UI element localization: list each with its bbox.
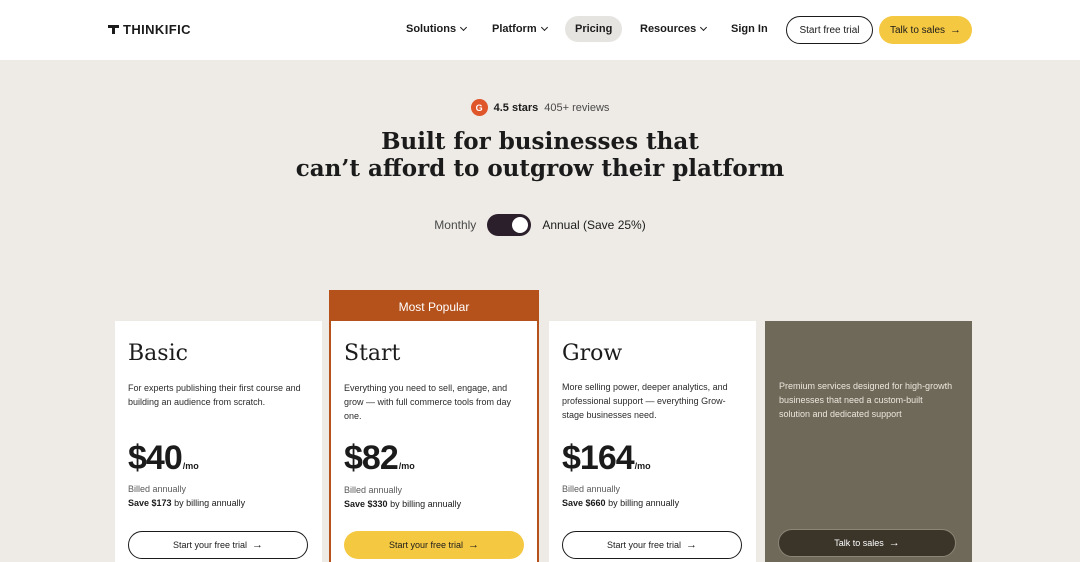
nav-label: Resources [640,23,697,35]
most-popular-badge: Most Popular [331,292,537,321]
toggle-label-annual[interactable]: Annual (Save 25%) [542,218,645,232]
thinkific-logo[interactable]: THINKIFIC [108,22,191,37]
start-free-trial-button[interactable]: Start free trial [786,16,873,44]
plan-card-enterprise: Premium services designed for high-growt… [765,321,972,562]
plan-card-start: Most Popular Start Everything you need t… [329,290,539,562]
save-note: Save $660 by billing annually [562,498,679,508]
save-amount: Save $660 [562,498,606,508]
plan-price: $40 /mo [128,439,199,478]
nav-label: Solutions [406,23,457,35]
price-period: /mo [634,461,651,471]
page-title-line-1: Built for businesses that [381,128,699,155]
g2-rating: G 4.5 stars 405+ reviews [0,99,1080,116]
toggle-label-monthly[interactable]: Monthly [434,218,476,232]
top-navbar: THINKIFIC Solutions Platform Pricing Res… [0,0,1080,60]
nav-item-pricing[interactable]: Pricing [565,16,623,42]
button-label: Start your free trial [172,540,248,550]
save-text: by billing annually [174,498,246,508]
chevron-down-icon [700,23,708,32]
price-amount: $40 [128,439,183,477]
nav-item-solutions[interactable]: Solutions [406,16,468,42]
start-trial-button-basic[interactable]: Start your free trial → [128,531,308,559]
rating-reviews: 405+ reviews [544,101,610,114]
plan-description: Everything you need to sell, engage, and… [344,383,512,421]
chevron-down-icon [460,23,468,32]
page-title-line-2: can’t afford to outgrow their platform [295,155,785,182]
page-title: Built for businesses that can’t afford t… [0,128,1080,182]
plan-description: For experts publishing their first cours… [128,383,301,407]
toggle-knob [512,217,529,233]
arrow-right-icon: → [950,23,962,36]
save-note: Save $173 by billing annually [128,498,245,508]
plan-description: More selling power, deeper analytics, an… [562,382,728,420]
plan-description: Premium services designed for high-growt… [779,381,953,419]
plan-price: $82 /mo [344,439,415,478]
plan-price: $164 /mo [562,439,651,478]
save-note: Save $330 by billing annually [344,499,461,509]
logo-text: THINKIFIC [123,22,191,37]
chevron-down-icon [540,23,548,32]
price-amount: $164 [562,439,635,477]
plan-card-grow: Grow More selling power, deeper analytic… [549,321,756,562]
button-label: Start free trial [799,24,860,36]
button-label: Start your free trial [606,540,682,550]
talk-to-sales-button[interactable]: Talk to sales → [879,16,972,44]
g2-logo-icon: G [470,99,488,116]
arrow-right-icon: → [686,538,698,551]
nav-item-sign-in[interactable]: Sign In [731,16,768,42]
billing-toggle-row: Monthly Annual (Save 25%) [0,214,1080,236]
button-label: Talk to sales [834,538,884,548]
thinkific-logo-icon [108,24,119,35]
nav-label: Pricing [575,23,613,35]
start-trial-button-grow[interactable]: Start your free trial → [562,531,742,559]
price-amount: $82 [344,439,399,477]
nav-item-platform[interactable]: Platform [492,16,548,42]
plan-card-basic: Basic For experts publishing their first… [115,321,322,562]
save-text: by billing annually [390,499,462,509]
save-amount: Save $173 [128,498,172,508]
plan-name: Basic [128,341,188,366]
arrow-right-icon: → [888,536,900,549]
billed-note: Billed annually [562,484,621,494]
save-text: by billing annually [608,498,680,508]
save-amount: Save $330 [344,499,388,509]
nav-label: Sign In [731,23,768,35]
price-period: /mo [398,461,415,471]
arrow-right-icon: → [252,538,264,551]
arrow-right-icon: → [468,538,480,551]
button-label: Talk to sales [889,24,946,36]
start-trial-button-start[interactable]: Start your free trial → [344,531,524,559]
billed-note: Billed annually [344,485,403,495]
billed-note: Billed annually [128,484,187,494]
rating-stars: 4.5 stars [493,101,539,114]
price-period: /mo [182,461,199,471]
talk-to-sales-button-enterprise[interactable]: Talk to sales → [778,529,956,557]
nav-item-resources[interactable]: Resources [640,16,708,42]
plan-name: Start [344,341,401,366]
plan-name: Grow [562,341,623,366]
billing-period-toggle[interactable] [487,214,532,236]
nav-label: Platform [492,23,537,35]
button-label: Start your free trial [388,540,464,550]
